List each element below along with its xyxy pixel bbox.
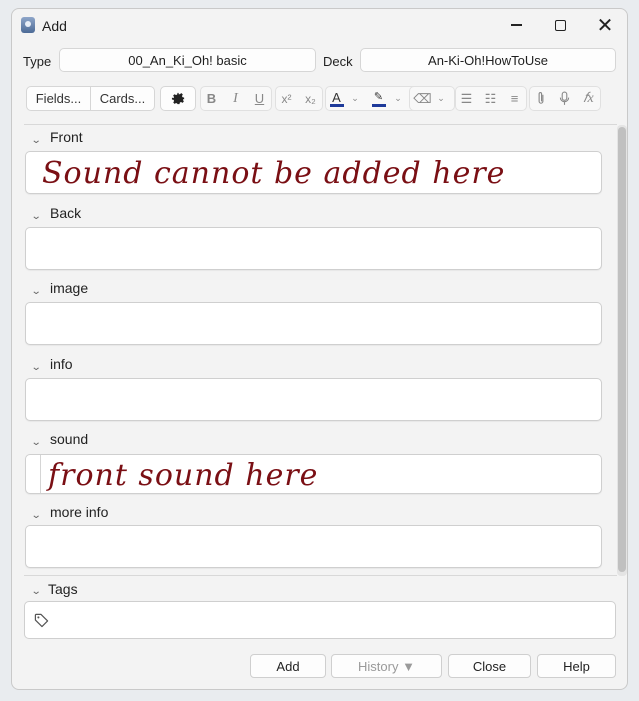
italic-icon[interactable]: I (225, 86, 246, 111)
chevron-down-icon[interactable]: ⌄ (31, 586, 42, 597)
formula-icon[interactable]: 𝑓x (578, 86, 599, 111)
bullet-list-icon[interactable]: ☰ (456, 86, 477, 111)
align-icon[interactable]: ≡ (504, 86, 525, 111)
editor-toolbar: Fields... Cards... B I U x² x₂ A ⌄ ✎ ⌄ ⌫… (12, 86, 627, 114)
chevron-down-icon[interactable]: ⌄ (31, 286, 42, 297)
chevron-down-icon[interactable]: ⌄ (391, 86, 405, 111)
editor-scrollbar[interactable] (617, 125, 627, 576)
image-field[interactable] (25, 302, 602, 345)
type-deck-row: Type 00_An_Ki_Oh! basic Deck An-Ki-Oh!Ho… (12, 48, 627, 74)
title-bar: Add ✕ (12, 9, 627, 41)
front-field[interactable]: Sound cannot be added here (25, 151, 602, 194)
underline-icon[interactable]: U (249, 86, 270, 111)
sound-field[interactable]: front sound here (25, 454, 602, 494)
close-button[interactable]: Close (448, 654, 531, 678)
sound-field-content: front sound here (48, 458, 319, 493)
field-label-sound: sound (50, 431, 89, 447)
gear-icon (171, 92, 184, 105)
close-icon: ✕ (596, 14, 614, 37)
cards-button[interactable]: Cards... (90, 86, 155, 111)
field-label-more-info: more info (50, 504, 109, 520)
chevron-down-icon[interactable]: ⌄ (31, 437, 42, 448)
type-label: Type (23, 54, 52, 69)
tags-input[interactable] (24, 601, 616, 639)
field-label-info: info (50, 356, 73, 372)
fields-editor: ⌄ Front Sound cannot be added here ⌄ Bac… (24, 124, 627, 576)
attach-icon[interactable] (530, 86, 551, 111)
minimize-icon (510, 24, 522, 26)
add-window: Add ✕ Type 00_An_Ki_Oh! basic Deck An-Ki… (11, 8, 628, 690)
more-info-field[interactable] (25, 525, 602, 568)
options-button[interactable] (160, 86, 196, 111)
window-title: Add (42, 18, 67, 34)
scrollbar-thumb[interactable] (618, 127, 626, 572)
superscript-icon[interactable]: x² (276, 86, 297, 111)
chevron-down-icon[interactable]: ⌄ (433, 86, 449, 111)
fields-button[interactable]: Fields... (26, 86, 91, 111)
subscript-icon[interactable]: x₂ (300, 86, 321, 111)
minimize-button[interactable] (496, 13, 536, 37)
front-field-content: Sound cannot be added here (42, 156, 506, 191)
sound-field-gutter (40, 455, 41, 493)
back-field[interactable] (25, 227, 602, 270)
text-color-icon[interactable]: A (326, 86, 347, 111)
chevron-down-icon[interactable]: ⌄ (31, 510, 42, 521)
add-button[interactable]: Add (250, 654, 326, 678)
chevron-down-icon[interactable]: ⌄ (348, 86, 362, 111)
chevron-down-icon[interactable]: ⌄ (31, 135, 42, 146)
chevron-down-icon[interactable]: ⌄ (31, 362, 42, 373)
bold-icon[interactable]: B (201, 86, 222, 111)
close-window-button[interactable]: ✕ (585, 13, 625, 37)
chevron-down-icon[interactable]: ⌄ (31, 211, 42, 222)
field-label-image: image (50, 280, 89, 296)
highlight-icon[interactable]: ✎ (368, 86, 389, 111)
numbered-list-icon[interactable]: ☷ (480, 86, 501, 111)
maximize-button[interactable] (540, 13, 580, 37)
field-label-front: Front (50, 129, 83, 145)
help-button[interactable]: Help (537, 654, 616, 678)
microphone-icon[interactable] (554, 86, 575, 111)
tags-divider (24, 575, 617, 576)
field-label-back: Back (50, 205, 82, 221)
app-icon (21, 17, 35, 33)
eraser-icon[interactable]: ⌫ (412, 86, 433, 111)
info-field[interactable] (25, 378, 602, 421)
deck-label: Deck (323, 54, 353, 69)
tags-label: Tags (48, 581, 78, 597)
maximize-icon (554, 19, 566, 31)
note-type-selector[interactable]: 00_An_Ki_Oh! basic (59, 48, 316, 72)
history-button[interactable]: History ▼ (331, 654, 442, 678)
deck-selector[interactable]: An-Ki-Oh!HowToUse (360, 48, 616, 72)
tag-icon (34, 613, 49, 628)
